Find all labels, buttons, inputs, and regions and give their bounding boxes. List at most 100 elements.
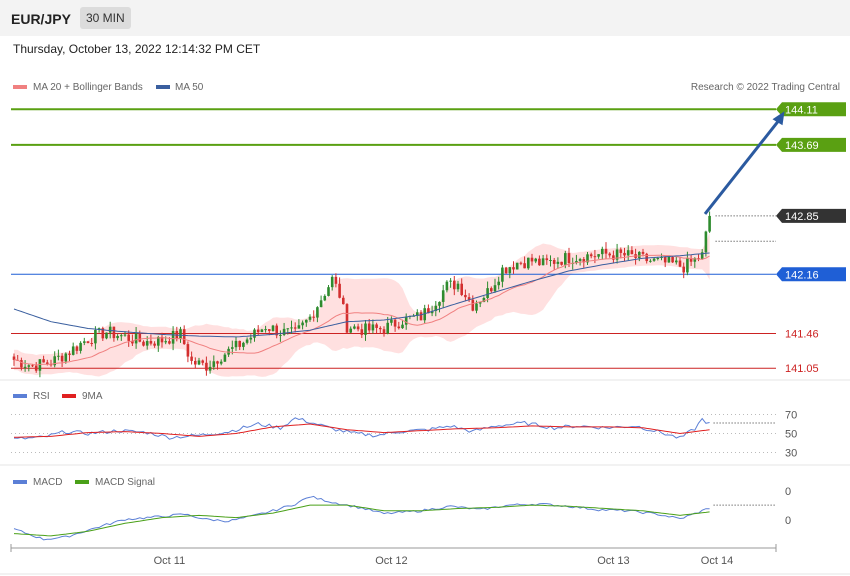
macd-series-0 <box>13 495 710 541</box>
candle-body <box>360 329 364 335</box>
candle-body <box>538 258 541 266</box>
candle-body <box>386 322 389 334</box>
rsi-series-1 <box>13 423 710 438</box>
candle-body <box>671 256 674 263</box>
rsi-tick-50: 50 <box>785 429 797 441</box>
candle-body <box>641 251 645 254</box>
candle-body <box>619 249 623 253</box>
candle-body <box>319 300 323 308</box>
candle-body <box>419 312 423 321</box>
candle-body <box>90 342 93 344</box>
candle-body <box>626 250 630 256</box>
candle-body <box>708 215 711 232</box>
candle-body <box>460 283 463 295</box>
candle-body <box>515 262 519 270</box>
x-tick-oct-12: Oct 12 <box>375 555 407 567</box>
rsi-tick-30: 30 <box>785 448 797 460</box>
candle-body <box>238 340 241 347</box>
candle-body <box>682 266 685 273</box>
candle-body <box>367 323 371 331</box>
candle-body <box>338 283 341 298</box>
candle-body <box>71 346 75 355</box>
candle-body <box>293 327 297 329</box>
candle-body <box>589 254 593 257</box>
candle-body <box>112 326 116 339</box>
price-tag-label-141.46: 141.46 <box>785 329 819 341</box>
candle-body <box>145 341 149 346</box>
x-tick-oct-11: Oct 11 <box>154 555 186 567</box>
candle-body <box>604 248 608 254</box>
candle-body <box>75 346 79 351</box>
candle-body <box>449 280 452 282</box>
candle-body <box>134 333 138 344</box>
candle-body <box>456 283 460 290</box>
forecast-arrow-line <box>703 117 782 215</box>
candle-body <box>675 260 678 263</box>
x-tick-oct-13: Oct 13 <box>597 555 629 567</box>
candle-body <box>401 324 404 329</box>
candle-body <box>234 340 238 348</box>
legend-label-rsi-ma: 9MA <box>82 391 103 402</box>
rsi-tick-70: 70 <box>785 410 797 422</box>
candle-body <box>27 365 31 367</box>
candle-body <box>305 319 308 323</box>
candle-body <box>120 335 123 337</box>
candle-body <box>208 366 212 371</box>
price-tag-label-142.85: 142.85 <box>785 211 819 223</box>
candle-body <box>94 329 97 344</box>
x-tick-oct-14: Oct 14 <box>701 555 733 567</box>
candle-body <box>253 329 256 338</box>
candle-body <box>68 353 71 355</box>
candle-body <box>678 260 682 267</box>
candle-body <box>486 288 489 299</box>
legend-swatch-rsi <box>13 394 27 398</box>
candle-body <box>630 250 634 255</box>
candle-body <box>327 287 330 296</box>
candle-body <box>593 256 597 258</box>
candle-body <box>382 329 386 334</box>
chart-canvas: MA 20 + Bollinger Bands MA 50 Research © 2… <box>0 82 850 575</box>
candle-body <box>393 319 397 327</box>
candle-body <box>597 254 600 257</box>
candle-body <box>271 325 275 331</box>
candle-body <box>171 330 175 344</box>
candle-body <box>190 356 193 361</box>
candle-body <box>686 258 689 273</box>
candle-body <box>116 335 119 339</box>
price-tag-label-143.69: 143.69 <box>785 140 819 152</box>
candle-body <box>541 258 545 266</box>
candle-body <box>297 325 301 329</box>
candle-body <box>549 260 552 262</box>
candle-body <box>704 231 708 253</box>
candle-body <box>656 258 660 260</box>
macd-tick-upper: 0 <box>785 486 791 498</box>
legend-swatch-ma20 <box>13 85 27 89</box>
candle-body <box>308 316 312 320</box>
candle-body <box>249 337 253 340</box>
price-tag-label-141.05: 141.05 <box>785 363 819 375</box>
candle-body <box>652 258 656 261</box>
candle-body <box>663 256 667 263</box>
legend-swatch-rsi-ma <box>62 394 76 398</box>
candle-body <box>31 365 34 367</box>
candle-body <box>534 258 537 262</box>
candle-body <box>345 304 349 333</box>
candle-body <box>334 276 338 284</box>
candle-body <box>290 327 293 329</box>
candle-body <box>397 326 401 329</box>
candle-body <box>501 267 504 282</box>
candle-body <box>312 316 315 318</box>
candle-body <box>286 328 290 330</box>
candle-body <box>638 251 641 258</box>
candle-body <box>316 307 319 318</box>
candle-body <box>179 329 182 340</box>
candle-body <box>256 329 260 333</box>
candle-body <box>323 295 327 301</box>
price-tag-label-144.11: 144.11 <box>785 104 818 116</box>
candle-body <box>20 360 23 368</box>
candle-body <box>279 334 282 336</box>
candle-body <box>245 339 249 343</box>
candle-body <box>608 253 611 256</box>
candle-body <box>186 344 190 357</box>
candle-body <box>552 260 556 264</box>
